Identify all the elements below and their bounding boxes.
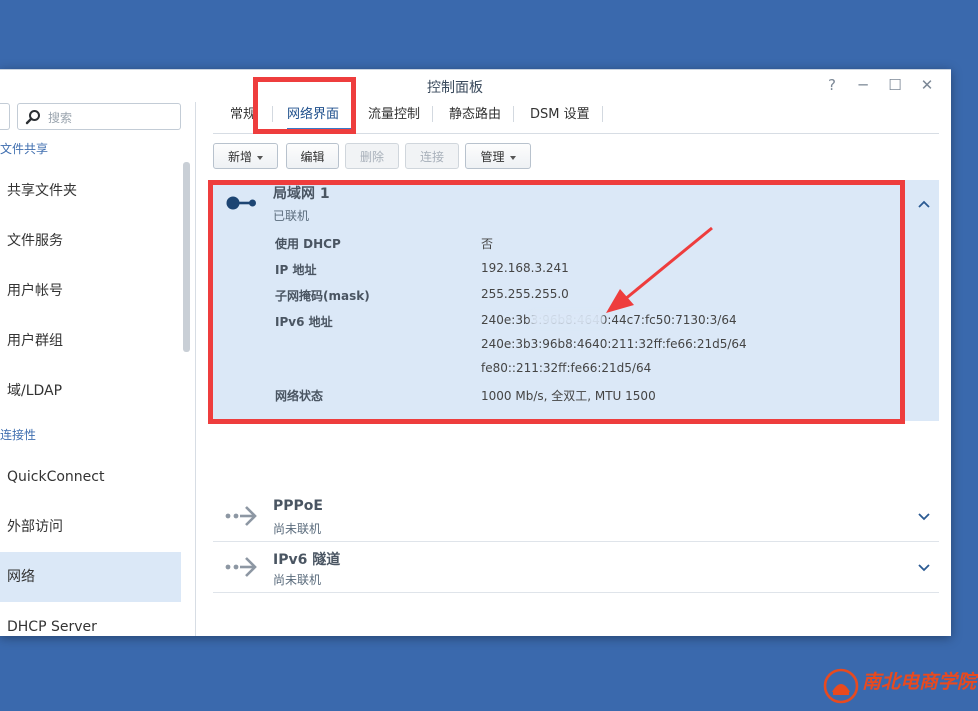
sidebar-item-domain-ldap[interactable]: 域/LDAP [0,366,181,416]
new-button[interactable]: 新增 [213,143,278,169]
search-input[interactable] [46,107,178,128]
tab-static-route[interactable]: 静态路由 [449,102,501,133]
sidebar-item-external-access[interactable]: 外部访问 [0,502,181,552]
interface-name: IPv6 隧道 [273,552,341,568]
sidebar-item-user-group[interactable]: 用户群组 [0,316,181,366]
group-title-connectivity: 连接性 [0,428,37,442]
minimize-icon[interactable]: ─ [853,75,873,95]
tab-separator [432,106,433,122]
interface-status: 尚未联机 [273,522,322,536]
sidebar-scrollbar[interactable] [183,162,190,352]
interface-name: PPPoE [273,498,323,514]
disconnected-connection-icon [225,557,257,577]
tab-dsm-settings[interactable]: DSM 设置 [530,102,590,133]
sidebar: 文件共享 共享文件夹 文件服务 用户帐号 用户群组 域/LDAP 连接性 Qui… [0,102,196,636]
title-bar[interactable]: 控制面板 ? ─ ☐ ✕ [0,70,951,102]
manage-button[interactable]: 管理 [465,143,531,169]
help-icon[interactable]: ? [822,75,842,95]
annotation-highlight-tab [253,77,356,134]
caret-down-icon [257,155,263,160]
search-box[interactable] [17,103,181,130]
watermark-logo: 南北电商学院 [822,666,976,708]
delete-button[interactable]: 删除 [345,143,399,169]
watermark-emblem-icon [823,668,859,704]
connect-button[interactable]: 连接 [405,143,459,169]
sidebar-item-dhcp-server[interactable]: DHCP Server [0,602,181,636]
tab-separator [513,106,514,122]
toolbar: 新增 编辑 删除 连接 管理 [213,143,939,171]
sidebar-item-user-account[interactable]: 用户帐号 [0,266,181,316]
watermark-text: 南北电商学院 [862,671,977,693]
new-button-label: 新增 [227,150,252,164]
interface-pppoe[interactable]: PPPoE 尚未联机 [213,491,939,542]
chevron-down-icon[interactable] [917,512,931,522]
sidebar-item-shared-folder[interactable]: 共享文件夹 [0,166,181,216]
chevron-up-icon[interactable] [917,199,931,209]
sidebar-item-file-services[interactable]: 文件服务 [0,216,181,266]
annotation-highlight-interface [208,180,905,424]
disconnected-connection-icon [225,506,257,526]
sidebar-item-quickconnect[interactable]: QuickConnect [0,452,181,502]
maximize-icon[interactable]: ☐ [885,75,905,95]
manage-button-label: 管理 [480,150,505,164]
search-icon [25,110,40,125]
tab-separator [602,106,603,122]
tab-traffic-control[interactable]: 流量控制 [368,102,420,133]
sidebar-back-button[interactable] [0,103,10,130]
annotation-arrow-icon [606,226,713,313]
edit-button[interactable]: 编辑 [286,143,339,169]
chevron-down-icon[interactable] [917,563,931,573]
caret-down-icon [509,155,516,160]
interface-status: 尚未联机 [273,573,322,587]
close-icon[interactable]: ✕ [917,75,937,95]
interface-ipv6-tunnel[interactable]: IPv6 隧道 尚未联机 [213,542,939,593]
group-title-file-sharing: 文件共享 [0,142,49,156]
window-title: 控制面板 [427,80,483,96]
sidebar-item-network[interactable]: 网络 [0,552,181,602]
